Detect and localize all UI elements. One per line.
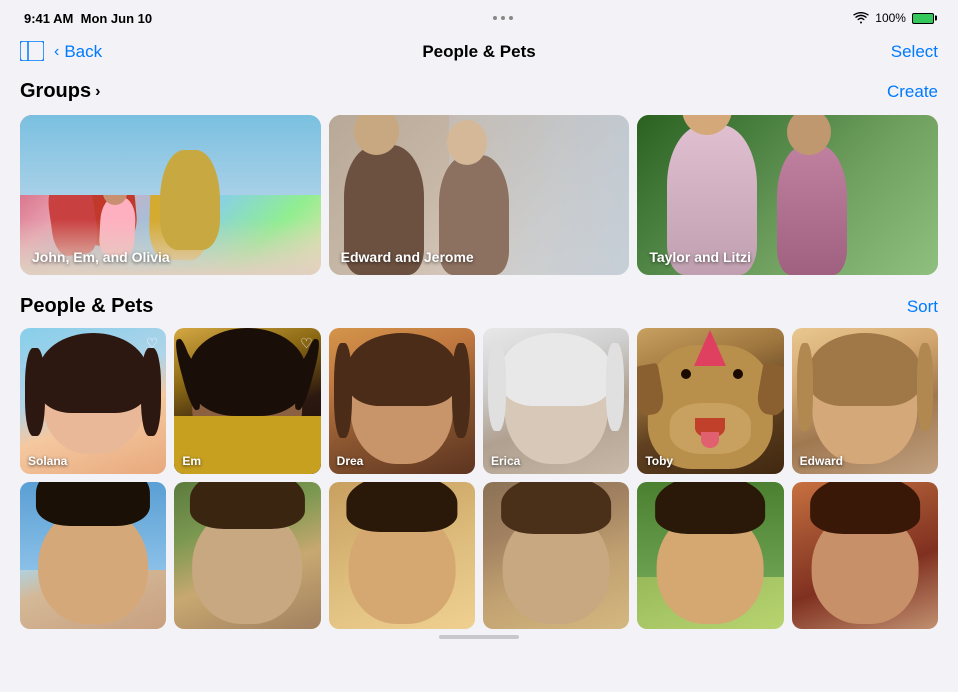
heart-icon-em: ♡ <box>300 335 313 352</box>
groups-grid: John, Em, and Olivia Edward and Jerome <box>20 115 938 275</box>
person-card-erica[interactable]: Erica <box>483 328 629 474</box>
person-card-r2c5[interactable] <box>637 482 783 628</box>
group-label-2: Edward and Jerome <box>341 249 474 265</box>
person-card-r2c3[interactable] <box>329 482 475 628</box>
people-grid-row2 <box>20 482 938 628</box>
people-section-title: People & Pets <box>20 295 153 318</box>
status-dot <box>493 16 497 20</box>
status-bar: 9:41 AM Mon Jun 10 100% <box>0 0 958 32</box>
groups-title: Groups <box>20 80 91 103</box>
person-card-r2c2[interactable] <box>174 482 320 628</box>
group-label-1: John, Em, and Olivia <box>32 249 170 265</box>
sort-button[interactable]: Sort <box>907 297 938 317</box>
groups-chevron-icon: › <box>95 83 100 101</box>
battery-percentage: 100% <box>875 11 906 25</box>
group-card-3[interactable]: Taylor and Litzi <box>637 115 938 275</box>
select-button[interactable]: Select <box>891 42 938 62</box>
person-card-r2c6[interactable] <box>792 482 938 628</box>
people-section-header: People & Pets Sort <box>20 295 938 318</box>
main-content: Groups › Create <box>0 76 958 629</box>
scroll-indicator <box>0 635 958 639</box>
wifi-icon <box>853 12 869 24</box>
person-name-toby: Toby <box>645 454 673 468</box>
person-card-r2c1[interactable] <box>20 482 166 628</box>
groups-title-row[interactable]: Groups › <box>20 80 100 103</box>
status-dot <box>501 16 505 20</box>
back-button[interactable]: ‹ Back <box>54 42 102 62</box>
group-card-2[interactable]: Edward and Jerome <box>329 115 630 275</box>
battery-icon <box>912 13 934 24</box>
people-grid-row1: ♡ Solana ♡ Em <box>20 328 938 474</box>
person-card-drea[interactable]: Drea <box>329 328 475 474</box>
person-name-em: Em <box>182 454 201 468</box>
scroll-pill <box>439 635 519 639</box>
person-card-edward[interactable]: Edward <box>792 328 938 474</box>
person-card-solana[interactable]: ♡ Solana <box>20 328 166 474</box>
nav-left: ‹ Back <box>20 41 102 64</box>
person-card-em[interactable]: ♡ Em <box>174 328 320 474</box>
status-dot <box>509 16 513 20</box>
status-time: 9:41 AM Mon Jun 10 <box>24 11 152 26</box>
groups-section-header: Groups › Create <box>20 80 938 103</box>
nav-bar: ‹ Back People & Pets Select <box>0 32 958 76</box>
create-button[interactable]: Create <box>887 82 938 102</box>
status-center-dots <box>493 16 513 20</box>
person-card-r2c4[interactable] <box>483 482 629 628</box>
back-label: Back <box>64 42 102 62</box>
person-name-erica: Erica <box>491 454 520 468</box>
heart-icon-solana: ♡ <box>146 335 159 352</box>
sidebar-toggle-button[interactable] <box>20 41 44 64</box>
person-name-drea: Drea <box>337 454 364 468</box>
person-name-solana: Solana <box>28 454 67 468</box>
page-title: People & Pets <box>422 42 535 62</box>
status-right: 100% <box>853 11 934 25</box>
back-chevron-icon: ‹ <box>54 43 59 61</box>
person-name-edward: Edward <box>800 454 843 468</box>
person-card-toby[interactable]: Toby <box>637 328 783 474</box>
group-label-3: Taylor and Litzi <box>649 249 751 265</box>
group-card-1[interactable]: John, Em, and Olivia <box>20 115 321 275</box>
